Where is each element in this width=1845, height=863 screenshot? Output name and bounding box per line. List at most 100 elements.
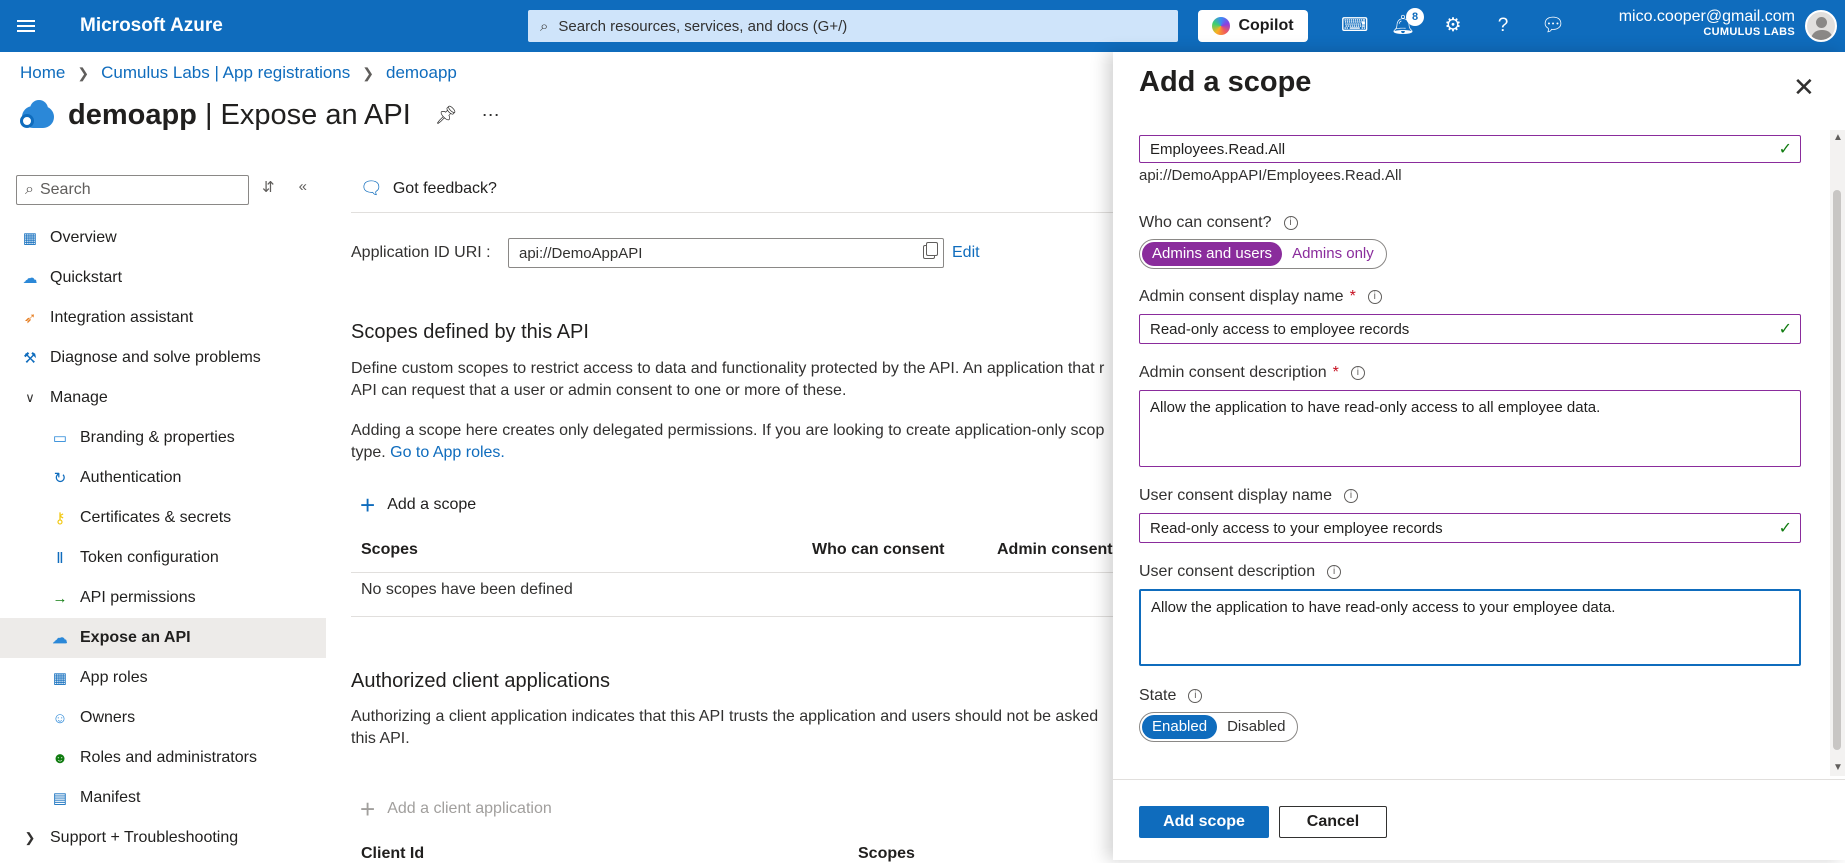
api-permissions-icon: → [52,589,68,607]
sidebar-item-branding[interactable]: ▭ Branding & properties [0,418,326,458]
search-icon: ⌕ [25,181,34,198]
add-client-application-button[interactable]: + Add a client application [360,796,552,822]
copilot-button[interactable]: Copilot [1198,10,1308,42]
cancel-button[interactable]: Cancel [1279,806,1387,838]
sidebar-item-manifest[interactable]: ▤ Manifest [0,778,326,818]
option-disabled[interactable]: Disabled [1217,715,1295,739]
column-header-admin-consent[interactable]: Admin consent d [997,541,1113,559]
sidebar-item-overview[interactable]: ▦ Overview [0,218,326,258]
avatar[interactable] [1805,10,1837,42]
sidebar-item-label: Overview [50,229,117,246]
panel-scrollbar[interactable]: ▲ ▼ [1830,130,1845,776]
sidebar-nav: ▦ Overview ☁ Quickstart ➶ Integration as… [0,218,326,858]
sidebar-item-quickstart[interactable]: ☁ Quickstart [0,258,326,298]
app-registration-icon [18,98,56,132]
sidebar-item-diagnose[interactable]: ⚒ Diagnose and solve problems [0,338,326,378]
chevron-right-icon: ❯ [362,64,374,81]
scope-name-input[interactable]: Employees.Read.All ✓ [1139,135,1801,163]
close-icon[interactable]: ✕ [1793,72,1815,103]
sidebar-item-authentication[interactable]: ↻ Authentication [0,458,326,498]
scopes-description: Define custom scopes to restrict access … [351,360,1105,399]
menu-icon[interactable] [0,0,52,52]
authentication-icon: ↻ [53,470,67,487]
scopes-note-line1: Adding a scope here creates only delegat… [351,422,1105,439]
info-icon[interactable]: i [1327,565,1342,579]
sidebar-item-label: Roles and administrators [80,749,257,766]
sidebar-item-api-permissions[interactable]: → API permissions [0,578,326,618]
pin-icon[interactable]: 📌︎ [435,105,458,126]
sidebar-item-roles-admins[interactable]: ☻ Roles and administrators [0,738,326,778]
info-icon[interactable]: i [1188,689,1203,703]
breadcrumb-home[interactable]: Home [20,63,65,83]
info-icon[interactable]: i [1343,489,1358,503]
add-scope-button[interactable]: + Add a scope [360,492,476,518]
sidebar-item-expose-api[interactable]: ☁ Expose an API [0,618,326,658]
breadcrumb-demoapp[interactable]: demoapp [386,63,457,83]
user-display-name-label: User consent display name i [1139,487,1358,505]
wrench-icon: ⚒ [23,350,37,367]
settings-gear-icon[interactable]: ⚙ [1441,14,1465,38]
option-admins-and-users[interactable]: Admins and users [1142,242,1283,266]
admin-display-name-input[interactable]: Read-only access to employee records ✓ [1139,314,1801,344]
copilot-label: Copilot [1238,17,1294,34]
tenant-name: CUMULUS LABS [1703,26,1795,38]
token-icon: Ⅱ [56,550,64,567]
help-icon[interactable]: ? [1491,14,1515,38]
manifest-icon: ▤ [52,790,68,807]
roles-icon: ☻ [52,749,68,767]
page-title-suffix: | Expose an API [196,98,411,131]
sidebar-group-manage[interactable]: ∨ Manage [0,378,326,418]
global-search-input[interactable]: ⌕ Search resources, services, and docs (… [528,10,1178,42]
add-scope-submit-button[interactable]: Add scope [1139,806,1269,838]
feedback-icon: 🗨︎ [360,178,383,198]
sidebar-search-input[interactable]: ⌕ Search [16,175,249,205]
option-enabled[interactable]: Enabled [1142,715,1218,739]
sidebar-group-support[interactable]: ❯ Support + Troubleshooting [0,818,326,858]
column-header-client-id[interactable]: Client Id [361,845,424,863]
page-header: demoapp | Expose an API 📌︎ ⋯ [18,98,501,132]
more-options-icon[interactable]: ⋯ [482,105,501,126]
appid-field[interactable]: api://DemoAppAPI [508,238,944,268]
admin-description-label: Admin consent description * i [1139,364,1365,382]
quickstart-icon: ☁ [22,270,38,287]
column-header-scopes[interactable]: Scopes [361,541,418,559]
cloud-shell-icon[interactable]: ⌨ [1341,14,1368,38]
feedback-button[interactable]: 🗨︎ Got feedback? [360,178,497,199]
edit-appid-link[interactable]: Edit [952,244,980,262]
sort-icon[interactable]: ⇵ [262,178,275,196]
search-icon: ⌕ [540,17,549,35]
sidebar-item-certificates[interactable]: ⚷ Certificates & secrets [0,498,326,538]
required-asterisk: * [1349,288,1356,305]
option-admins-only[interactable]: Admins only [1282,242,1384,266]
scrollbar-thumb[interactable] [1833,190,1841,750]
column-header-client-scopes[interactable]: Scopes [858,845,915,863]
state-toggle[interactable]: Enabled Disabled [1139,712,1299,742]
sidebar-item-app-roles[interactable]: ▦ App roles [0,658,326,698]
app-roles-link[interactable]: Go to App roles. [390,444,505,461]
who-can-consent-toggle[interactable]: Admins and users Admins only [1139,239,1387,269]
scroll-down-icon[interactable]: ▼ [1833,762,1843,773]
column-header-who-can-consent[interactable]: Who can consent [812,541,944,559]
add-client-label: Add a client application [387,800,552,817]
sidebar-item-token-configuration[interactable]: Ⅱ Token configuration [0,538,326,578]
info-icon[interactable]: i [1350,366,1365,380]
collapse-sidebar-icon[interactable]: « [299,178,307,196]
sidebar-item-owners[interactable]: ☺ Owners [0,698,326,738]
admin-description-textarea[interactable]: Allow the application to have read-only … [1139,390,1801,467]
user-display-name-input[interactable]: Read-only access to your employee record… [1139,513,1801,543]
sidebar-item-integration-assistant[interactable]: ➶ Integration assistant [0,298,326,338]
account-info[interactable]: mico.cooper@gmail.com CUMULUS LABS [1619,8,1795,38]
sidebar-item-label: Branding & properties [80,429,235,446]
brand-title[interactable]: Microsoft Azure [80,15,223,37]
info-icon[interactable]: i [1283,216,1298,230]
feedback-icon[interactable]: 💬︎ [1541,14,1565,38]
copy-icon[interactable] [923,242,938,259]
who-can-consent-label: Who can consent? i [1139,214,1298,232]
user-display-name-value: Read-only access to your employee record… [1150,519,1443,537]
breadcrumb-app-registrations[interactable]: Cumulus Labs | App registrations [101,63,350,83]
user-description-textarea[interactable]: Allow the application to have read-only … [1139,589,1801,666]
sidebar-item-label: Integration assistant [50,309,194,326]
info-icon[interactable]: i [1367,290,1382,304]
breadcrumb: Home ❯ Cumulus Labs | App registrations … [20,63,457,83]
scroll-up-icon[interactable]: ▲ [1833,132,1843,143]
